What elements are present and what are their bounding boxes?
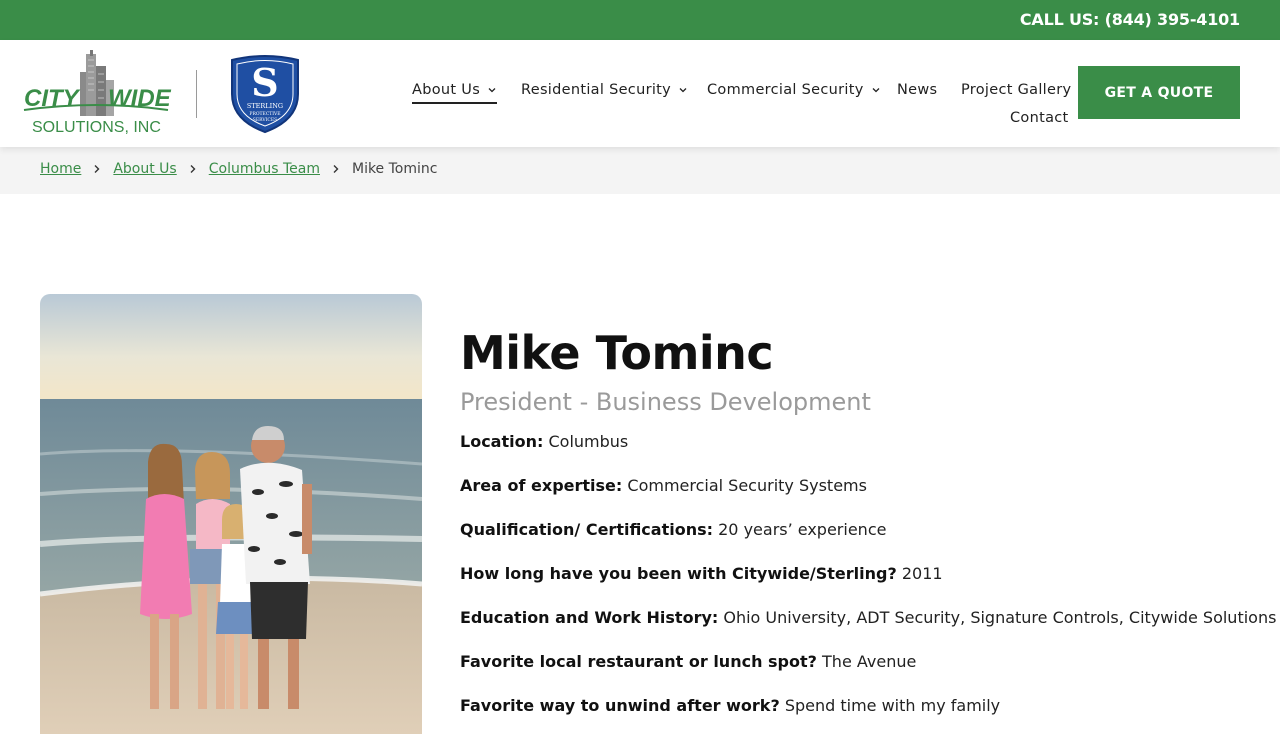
- chevron-right-icon: [93, 164, 101, 174]
- fact-area-of-expertise: Area of expertise: Commercial Security S…: [460, 476, 867, 495]
- chevron-down-icon: [679, 88, 687, 93]
- breadcrumb-home[interactable]: Home: [40, 161, 81, 177]
- profile-facts: Location: Columbus Area of expertise: Co…: [460, 430, 1277, 738]
- citywide-logo[interactable]: CITY WIDE SOLUTIONS, INC: [22, 50, 172, 136]
- chevron-down-icon: [488, 88, 496, 93]
- fact-location: Location: Columbus: [460, 432, 629, 451]
- fact-tenure: How long have you been with Citywide/Ste…: [460, 564, 943, 583]
- sterling-logo[interactable]: S STERLING PROTECTIVE SERVICES: [228, 54, 302, 134]
- breadcrumb-current: Mike Tominc: [351, 161, 438, 177]
- nav-commercial-security[interactable]: Commercial Security: [707, 82, 881, 98]
- sterling-letter: S: [251, 60, 278, 105]
- chevron-down-icon: [872, 88, 880, 93]
- logo-divider: [196, 70, 197, 118]
- chevron-right-icon: [189, 164, 197, 174]
- nav-contact[interactable]: Contact: [1010, 110, 1069, 126]
- fact-unwind: Favorite way to unwind after work? Spend…: [460, 696, 1001, 715]
- profile-title: President - Business Development: [460, 388, 871, 416]
- top-bar: CALL US: (844) 395-4101: [0, 0, 1280, 40]
- svg-text:SERVICES: SERVICES: [253, 117, 277, 123]
- nav-project-gallery[interactable]: Project Gallery: [961, 82, 1071, 98]
- nav-residential-security[interactable]: Residential Security: [521, 82, 688, 98]
- fact-qualifications: Qualification/ Certifications: 20 years’…: [460, 520, 887, 539]
- chevron-right-icon: [332, 164, 340, 174]
- breadcrumb-about-us[interactable]: About Us: [113, 161, 176, 177]
- nav-about-us[interactable]: About Us: [412, 82, 498, 104]
- svg-text:PROTECTIVE: PROTECTIVE: [249, 111, 280, 117]
- call-us-link[interactable]: CALL US: (844) 395-4101: [1020, 10, 1240, 29]
- profile-name: Mike Tominc: [460, 326, 774, 380]
- breadcrumb-columbus-team[interactable]: Columbus Team: [209, 161, 320, 177]
- breadcrumb-bar: Home About Us Columbus Team Mike Tominc: [0, 147, 1280, 194]
- get-a-quote-button[interactable]: GET A QUOTE: [1078, 66, 1240, 119]
- site-header: CITY WIDE SOLUTIONS, INC S STERLING PROT…: [0, 40, 1280, 147]
- svg-text:STERLING: STERLING: [247, 102, 283, 110]
- fact-education-history: Education and Work History: Ohio Univers…: [460, 608, 1277, 627]
- breadcrumb: Home About Us Columbus Team Mike Tominc: [40, 161, 437, 177]
- fact-favorite-restaurant: Favorite local restaurant or lunch spot?…: [460, 652, 917, 671]
- citywide-wide-text: WIDE: [108, 85, 172, 112]
- citywide-solutions-text: SOLUTIONS, INC: [32, 119, 161, 136]
- nav-news[interactable]: News: [897, 82, 937, 98]
- profile-photo: [40, 294, 422, 734]
